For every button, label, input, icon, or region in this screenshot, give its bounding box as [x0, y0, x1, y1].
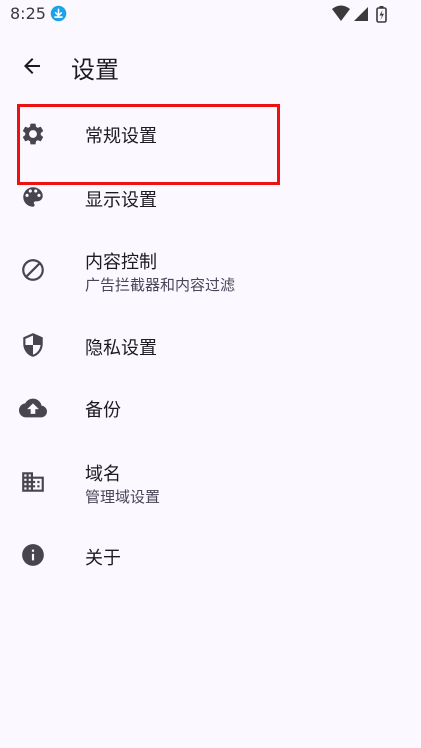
item-title: 域名 — [85, 464, 121, 485]
back-button[interactable] — [12, 46, 52, 86]
signal-icon — [354, 7, 368, 21]
status-bar: 8:25 — [0, 0, 421, 28]
settings-item-backup[interactable]: 备份 — [0, 376, 421, 440]
block-icon — [19, 256, 47, 284]
status-right-icons — [332, 5, 387, 23]
cloud-upload-icon — [19, 394, 47, 422]
palette-icon — [19, 183, 47, 211]
battery-icon — [376, 6, 387, 23]
domain-icon — [19, 468, 47, 496]
item-subtitle: 管理域设置 — [85, 488, 161, 506]
item-subtitle: 广告拦截器和内容过滤 — [85, 276, 236, 294]
settings-item-privacy[interactable]: 隐私设置 — [0, 314, 421, 378]
status-time: 8:25 — [10, 4, 46, 23]
wifi-icon — [332, 5, 350, 21]
item-title: 内容控制 — [85, 252, 157, 273]
highlight-box — [17, 104, 280, 185]
download-icon — [50, 5, 67, 22]
info-icon — [19, 541, 47, 569]
shield-icon — [19, 331, 47, 359]
app-bar: 设置 — [0, 28, 421, 104]
settings-item-domain[interactable]: 域名 管理域设置 — [0, 450, 421, 514]
arrow-back-icon — [24, 58, 40, 74]
settings-item-about[interactable]: 关于 — [0, 524, 421, 588]
item-title: 隐私设置 — [85, 338, 157, 359]
item-title: 关于 — [85, 548, 121, 569]
settings-item-content-control[interactable]: 内容控制 广告拦截器和内容过滤 — [0, 238, 421, 302]
page-title: 设置 — [71, 56, 119, 84]
item-title: 备份 — [85, 400, 121, 421]
item-title: 显示设置 — [85, 190, 157, 211]
